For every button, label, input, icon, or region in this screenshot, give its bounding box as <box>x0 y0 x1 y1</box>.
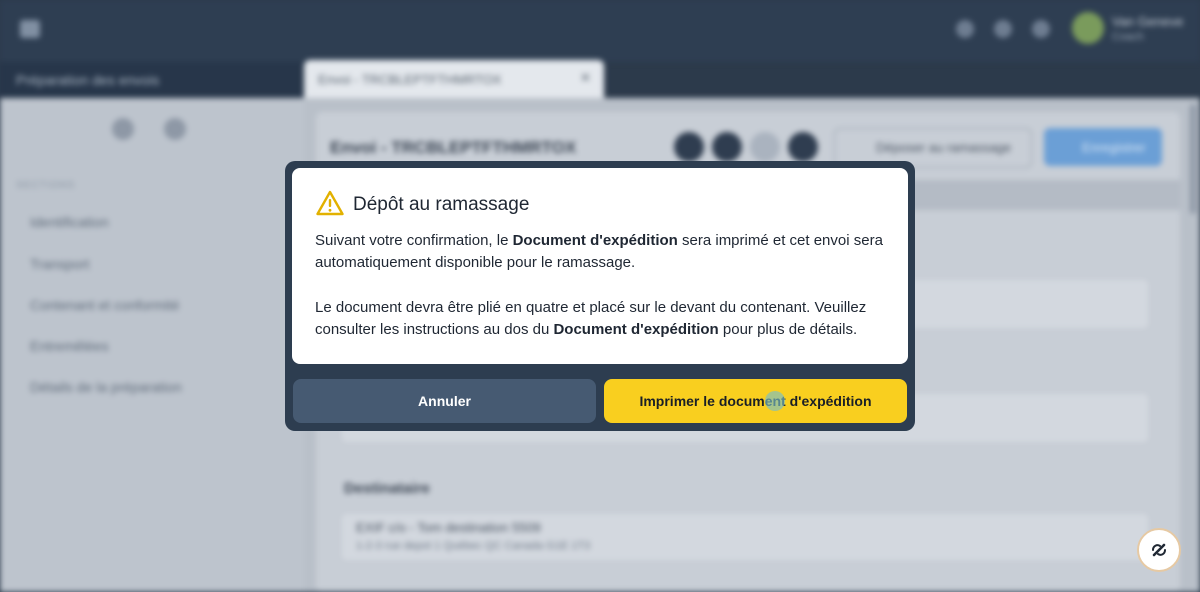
notification-icon[interactable] <box>956 20 974 38</box>
scrollbar[interactable] <box>1190 104 1196 214</box>
user-role: Coach <box>1112 31 1144 43</box>
cancel-button[interactable]: Annuler <box>293 379 596 423</box>
comment-icon[interactable] <box>674 132 704 162</box>
bell-icon[interactable] <box>994 20 1012 38</box>
print-document-button[interactable]: Imprimer le document d'expédition <box>604 379 907 423</box>
print-icon[interactable] <box>750 132 780 162</box>
section-title: Préparation des envois <box>16 72 160 88</box>
sidebar-heading: SECTIONS <box>16 180 76 191</box>
pickup-dialog: Dépôt au ramassage Suivant votre confirm… <box>285 161 915 431</box>
top-bar <box>0 0 1200 62</box>
paragraph-bold-text: Document d'expédition <box>512 232 678 249</box>
tab-label: Envoi - TRCBLEPTFTHMRTOX <box>318 72 502 87</box>
dialog-body: Dépôt au ramassage Suivant votre confirm… <box>292 168 908 364</box>
help-link-icon <box>1152 543 1166 557</box>
menu-icon[interactable] <box>20 20 40 38</box>
paragraph-text: pour plus de détails. <box>718 321 858 338</box>
help-link-button[interactable] <box>1137 528 1181 572</box>
more-icon[interactable] <box>788 132 818 162</box>
help-icon[interactable] <box>1032 20 1050 38</box>
paragraph-bold-text: Document d'expédition <box>553 321 719 338</box>
sidebar-item-contenant[interactable]: Contenant et conformité <box>30 297 179 313</box>
avatar[interactable] <box>1072 12 1104 44</box>
sidebar-item-details[interactable]: Détails de la préparation <box>30 379 182 395</box>
user-name: Van Geneve <box>1112 14 1184 29</box>
envoi-title: Envoi - TRCBLEPTFTHMRTOX <box>330 138 577 157</box>
sidebar-item-identification[interactable]: Identification <box>30 214 109 230</box>
destination-line1: EXIF c/o - Tom destination 5509 <box>356 520 541 535</box>
copy-icon[interactable] <box>712 132 742 162</box>
sidebar-back-icon[interactable] <box>112 118 134 140</box>
paragraph-text: Suivant votre confirmation, le <box>315 232 513 249</box>
dialog-title: Dépôt au ramassage <box>353 194 530 215</box>
save-button-label: Enregistrer <box>1082 140 1146 155</box>
dialog-paragraph-2: Le document devra être plié en quatre et… <box>315 297 895 341</box>
destination-line2: 1-2-3 rue depot 1 Québec QC Canada G1E 1… <box>356 540 591 552</box>
destination-title: Destinataire <box>344 480 430 497</box>
dialog-paragraph-1: Suivant votre confirmation, le Document … <box>315 230 895 274</box>
sidebar-item-entremelees[interactable]: Entremêlées <box>30 338 109 354</box>
pickup-button-label: Déposer au ramassage <box>876 140 1012 155</box>
warning-triangle-icon <box>316 190 344 216</box>
tab-close-icon[interactable]: ✕ <box>580 70 591 86</box>
sidebar-info-icon[interactable] <box>164 118 186 140</box>
sidebar-item-transport[interactable]: Transport <box>30 256 89 272</box>
